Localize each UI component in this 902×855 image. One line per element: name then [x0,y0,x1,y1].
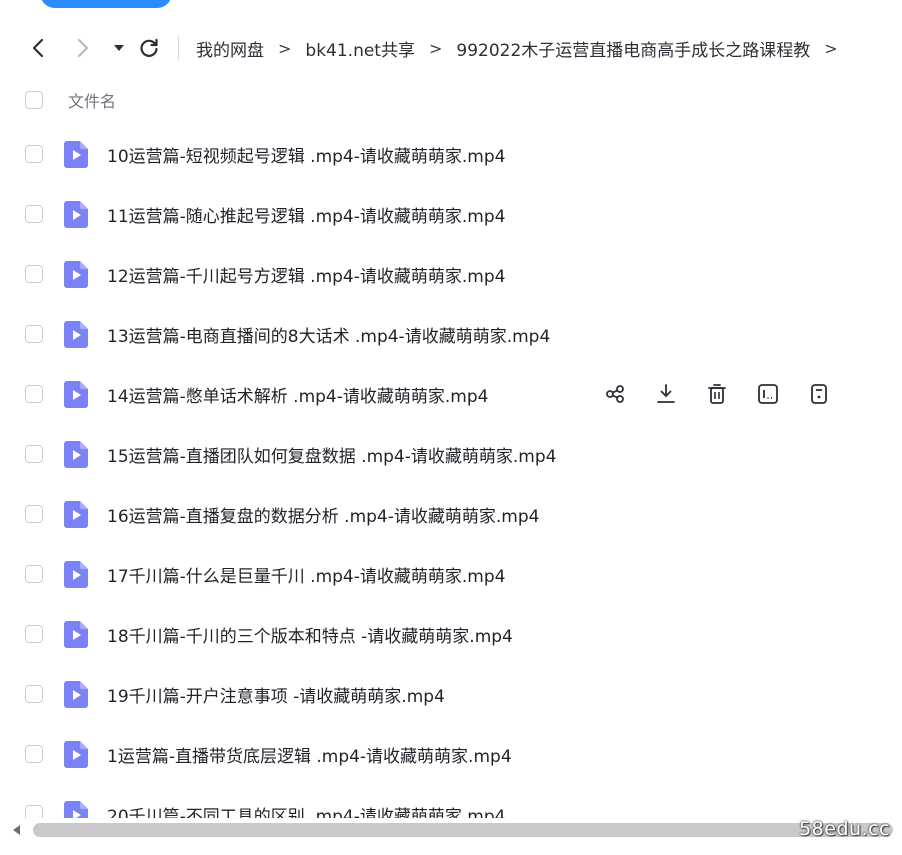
video-file-icon [64,141,88,168]
file-row-checkbox[interactable] [25,205,43,223]
file-row[interactable]: 10运营篇-短视频起号逻辑 .mp4-请收藏萌萌家.mp4 [0,124,902,184]
history-dropdown-button[interactable] [106,35,132,61]
file-row-checkbox[interactable] [25,745,43,763]
refresh-icon [140,38,158,57]
video-file-icon [64,621,88,648]
delete-button[interactable] [702,379,732,409]
file-row-checkbox[interactable] [25,565,43,583]
file-name[interactable]: 14运营篇-憋单话术解析 .mp4-请收藏萌萌家.mp4 [107,382,488,407]
file-name[interactable]: 18千川篇-千川的三个版本和特点 -请收藏萌萌家.mp4 [107,622,513,647]
more-icon [811,384,827,404]
forward-button[interactable] [70,35,96,61]
file-row[interactable]: 12运营篇-千川起号方逻辑 .mp4-请收藏萌萌家.mp4 [0,244,902,304]
breadcrumb: 我的网盘 > bk41.net共享 > 992022木子运营直播电商高手成长之路… [196,28,852,68]
file-row-checkbox[interactable] [25,505,43,523]
file-row-checkbox[interactable] [25,145,43,163]
chevron-right-icon [78,39,88,57]
share-button[interactable] [600,379,630,409]
download-icon [657,384,675,403]
file-name[interactable]: 11运营篇-随心推起号逻辑 .mp4-请收藏萌萌家.mp4 [107,202,505,227]
breadcrumb-separator: > [428,38,443,58]
video-file-icon [64,381,88,408]
file-row-checkbox[interactable] [25,265,43,283]
refresh-button[interactable] [136,35,162,61]
video-file-icon [64,201,88,228]
share-icon [606,385,624,403]
scrollbar-thumb[interactable] [33,823,893,837]
file-row[interactable]: 13运营篇-电商直播间的8大话术 .mp4-请收藏萌萌家.mp4 [0,304,902,364]
breadcrumb-item-shared[interactable]: bk41.net共享 [305,36,415,61]
video-file-icon [64,321,88,348]
file-row-checkbox[interactable] [25,685,43,703]
upload-button[interactable] [40,0,172,8]
file-name[interactable]: 13运营篇-电商直播间的8大话术 .mp4-请收藏萌萌家.mp4 [107,322,550,347]
video-file-icon [64,681,88,708]
rename-button[interactable] [753,379,783,409]
file-row[interactable]: 15运营篇-直播团队如何复盘数据 .mp4-请收藏萌萌家.mp4 [0,424,902,484]
file-name[interactable]: 1运营篇-直播带货底层逻辑 .mp4-请收藏萌萌家.mp4 [107,742,512,767]
video-file-icon [64,561,88,588]
file-row[interactable]: 20千川篇-不同工具的区别 .mp4-请收藏萌萌家.mp4 [0,784,902,818]
file-row-checkbox[interactable] [25,805,43,818]
file-name[interactable]: 15运营篇-直播团队如何复盘数据 .mp4-请收藏萌萌家.mp4 [107,442,556,467]
file-row-checkbox[interactable] [25,325,43,343]
file-row[interactable]: 11运营篇-随心推起号逻辑 .mp4-请收藏萌萌家.mp4 [0,184,902,244]
rename-icon [758,384,778,404]
file-name[interactable]: 19千川篇-开户注意事项 -请收藏萌萌家.mp4 [107,682,445,707]
file-row-checkbox[interactable] [25,625,43,643]
file-row[interactable]: 17千川篇-什么是巨量千川 .mp4-请收藏萌萌家.mp4 [0,544,902,604]
file-row-checkbox[interactable] [25,445,43,463]
file-list-header: 文件名 [0,80,902,120]
chevron-left-icon [32,38,44,58]
scroll-left-arrow-icon[interactable] [13,825,20,835]
file-row-checkbox[interactable] [25,385,43,403]
breadcrumb-item-course-folder[interactable]: 992022木子运营直播电商高手成长之路课程教 [456,36,810,61]
file-row[interactable]: 14运营篇-憋单话术解析 .mp4-请收藏萌萌家.mp4 [0,364,902,424]
delete-icon [708,384,726,404]
caret-down-icon [114,45,124,51]
file-name[interactable]: 10运营篇-短视频起号逻辑 .mp4-请收藏萌萌家.mp4 [107,142,505,167]
breadcrumb-item-my-drive[interactable]: 我的网盘 [196,36,264,61]
nav-divider [178,36,179,60]
row-action-toolbar [600,379,855,409]
watermark: 58edu.cc [799,818,890,840]
video-file-icon [64,501,88,528]
file-name[interactable]: 16运营篇-直播复盘的数据分析 .mp4-请收藏萌萌家.mp4 [107,502,539,527]
download-button[interactable] [651,379,681,409]
file-row[interactable]: 18千川篇-千川的三个版本和特点 -请收藏萌萌家.mp4 [0,604,902,664]
column-header-filename: 文件名 [68,92,117,111]
video-file-icon [64,801,88,818]
back-button[interactable] [25,35,51,61]
navigation-bar: 我的网盘 > bk41.net共享 > 992022木子运营直播电商高手成长之路… [0,28,902,68]
breadcrumb-separator: > [824,38,838,58]
file-name[interactable]: 20千川篇-不同工具的区别 .mp4-请收藏萌萌家.mp4 [107,802,505,818]
file-name[interactable]: 17千川篇-什么是巨量千川 .mp4-请收藏萌萌家.mp4 [107,562,505,587]
more-button[interactable] [804,379,834,409]
file-name[interactable]: 12运营篇-千川起号方逻辑 .mp4-请收藏萌萌家.mp4 [107,262,505,287]
file-row[interactable]: 16运营篇-直播复盘的数据分析 .mp4-请收藏萌萌家.mp4 [0,484,902,544]
video-file-icon [64,441,88,468]
file-row[interactable]: 1运营篇-直播带货底层逻辑 .mp4-请收藏萌萌家.mp4 [0,724,902,784]
file-list: 10运营篇-短视频起号逻辑 .mp4-请收藏萌萌家.mp4 11运营篇-随心推起号… [0,124,902,818]
file-row[interactable]: 19千川篇-开户注意事项 -请收藏萌萌家.mp4 [0,664,902,724]
video-file-icon [64,261,88,288]
horizontal-scrollbar[interactable] [0,820,902,842]
breadcrumb-separator: > [278,38,292,58]
select-all-checkbox[interactable] [25,91,43,109]
video-file-icon [64,741,88,768]
